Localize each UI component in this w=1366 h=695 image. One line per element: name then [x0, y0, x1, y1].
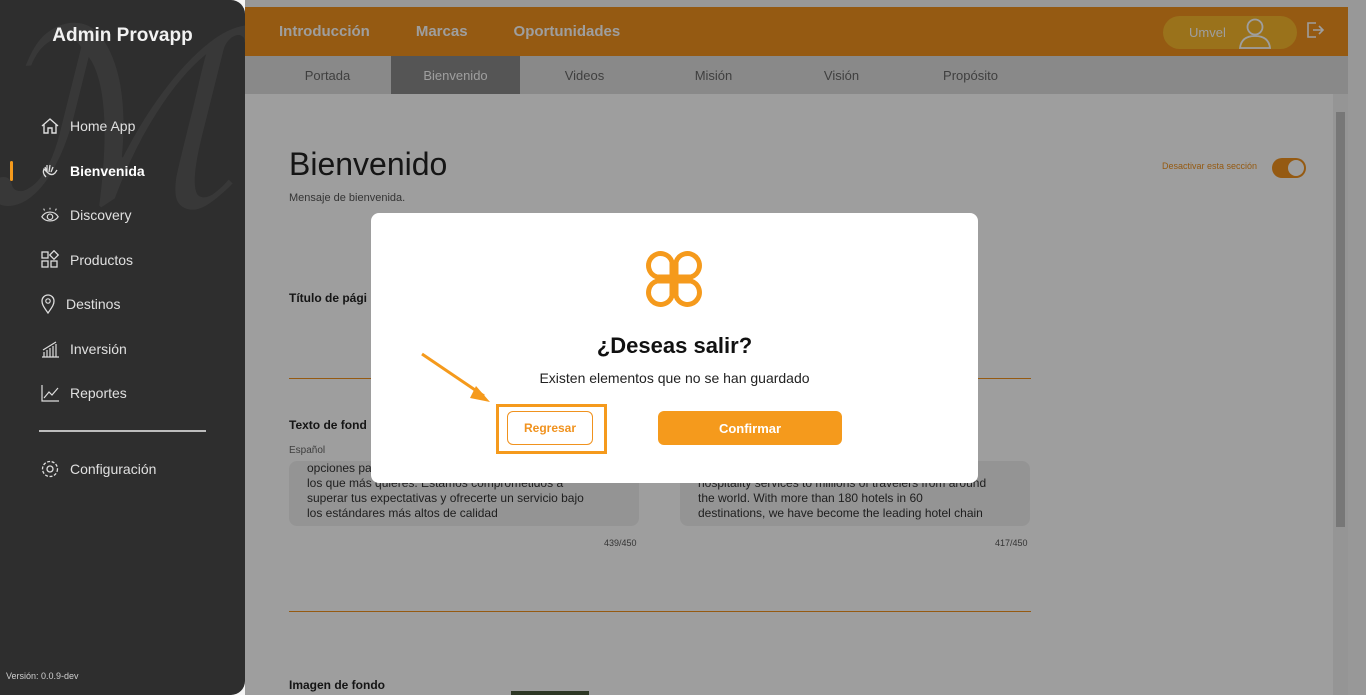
gear-icon — [40, 459, 60, 479]
sidebar-item-label: Bienvenida — [70, 162, 145, 179]
sidebar-item-home-app[interactable]: Home App — [0, 104, 245, 149]
sidebar-item-label: Inversión — [70, 340, 127, 357]
confirm-button[interactable]: Confirmar — [658, 411, 842, 445]
sidebar-item-productos[interactable]: Productos — [0, 238, 245, 283]
sidebar-item-label: Configuración — [70, 461, 157, 478]
sidebar-item-inversion[interactable]: Inversión — [0, 327, 245, 372]
grid-icon — [40, 249, 60, 270]
sidebar-divider — [39, 430, 206, 432]
sidebar-item-destinos[interactable]: Destinos — [0, 282, 245, 327]
version-label: Versión: 0.0.9-dev — [6, 671, 79, 681]
back-button[interactable]: Regresar — [507, 411, 593, 445]
sidebar-item-reportes[interactable]: Reportes — [0, 371, 245, 416]
home-icon — [40, 116, 60, 136]
line-chart-icon — [40, 383, 60, 403]
bar-chart-icon — [40, 339, 60, 359]
sidebar-item-bienvenida[interactable]: Bienvenida — [0, 149, 245, 194]
sidebar-item-label: Destinos — [66, 296, 121, 313]
sidebar-item-label: Productos — [70, 251, 134, 268]
sidebar-item-label: Home App — [70, 118, 136, 135]
sidebar-item-label: Reportes — [70, 385, 127, 402]
wave-hand-icon — [40, 161, 60, 181]
sidebar: ℳ Admin Provapp Home App Bienvenida Disc… — [0, 0, 245, 695]
eye-icon — [40, 205, 60, 225]
brand-title: Admin Provapp — [52, 25, 193, 46]
sidebar-item-discovery[interactable]: Discovery — [0, 193, 245, 238]
sidebar-nav: Home App Bienvenida Discovery Productos … — [0, 104, 245, 416]
map-pin-icon — [40, 294, 56, 315]
sidebar-item-configuracion[interactable]: Configuración — [0, 447, 245, 492]
exit-confirm-dialog: ¿Deseas salir? Existen elementos que no … — [371, 213, 978, 483]
sidebar-item-label: Discovery — [70, 207, 132, 224]
annotation-arrow-icon — [418, 350, 498, 415]
provapp-logo-icon — [641, 246, 707, 317]
